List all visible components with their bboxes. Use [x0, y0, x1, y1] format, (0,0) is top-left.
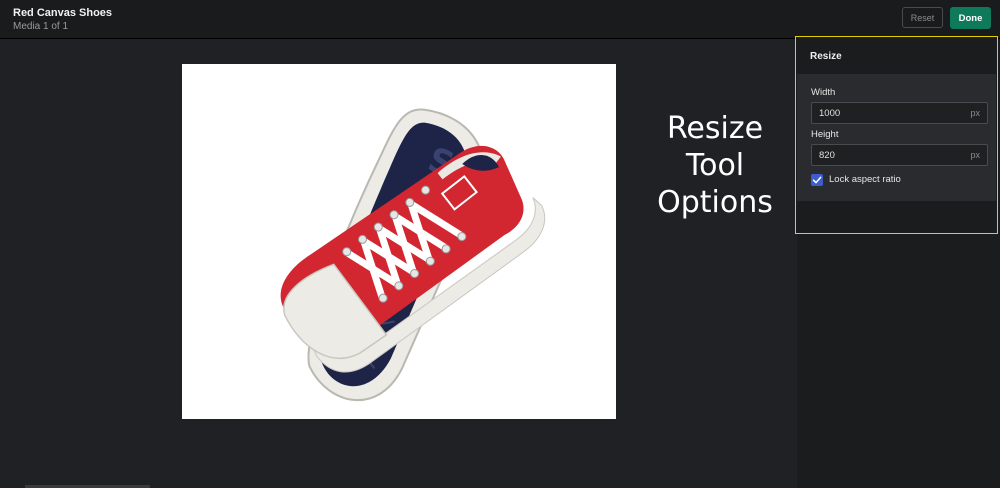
- checkmark-icon: [812, 176, 822, 184]
- editor-canvas: S SUPERDRY: [0, 39, 797, 488]
- height-field[interactable]: 820 px: [811, 144, 988, 166]
- annotation-line: Resize: [666, 111, 764, 146]
- media-title: Red Canvas Shoes: [13, 7, 113, 19]
- height-label: Height: [811, 129, 839, 140]
- media-editor: Red Canvas Shoes Media 1 of 1 Reset Done: [0, 0, 1000, 488]
- media-image[interactable]: S SUPERDRY: [182, 64, 616, 419]
- sneakers-illustration: S SUPERDRY: [280, 108, 546, 402]
- resize-options: Width 1000 px Height 820 px Lock aspect …: [797, 74, 996, 201]
- resize-tool-panel: Resize Width 1000 px Height 820 px Lock …: [795, 36, 998, 234]
- media-counter: Media 1 of 1: [13, 21, 69, 32]
- height-unit: px: [970, 150, 980, 160]
- done-button[interactable]: Done: [950, 7, 991, 29]
- annotation-text: Resize Tool Options: [640, 110, 790, 221]
- lock-aspect-label[interactable]: Lock aspect ratio: [829, 174, 901, 185]
- lock-aspect-checkbox[interactable]: [811, 174, 823, 186]
- height-value: 820: [819, 150, 835, 161]
- width-label: Width: [811, 87, 836, 98]
- width-value: 1000: [819, 108, 841, 119]
- width-unit: px: [970, 108, 980, 118]
- annotation-line: Options: [657, 185, 773, 220]
- width-field[interactable]: 1000 px: [811, 102, 988, 124]
- top-bar: Red Canvas Shoes Media 1 of 1 Reset Done: [0, 0, 1000, 39]
- annotation-line: Tool: [685, 148, 745, 183]
- reset-button[interactable]: Reset: [902, 7, 943, 28]
- panel-title: Resize: [810, 51, 842, 62]
